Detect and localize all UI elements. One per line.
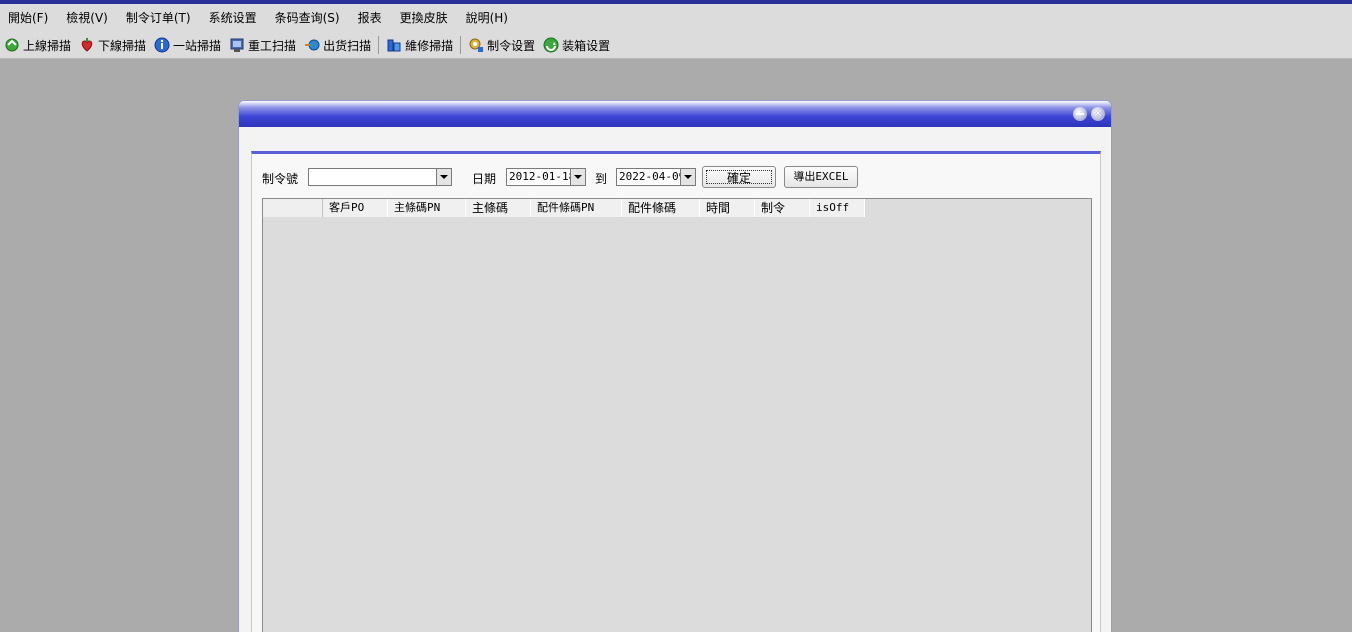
menu-barcode-query[interactable]: 条码查询(S): [267, 4, 350, 32]
chevron-down-icon[interactable]: [680, 169, 695, 185]
order-settings-label: 制令设置: [487, 38, 536, 53]
offline-scan-label: 下線掃描: [98, 38, 147, 53]
menu-system-settings[interactable]: 系统设置: [201, 4, 267, 32]
child-window-titlebar[interactable]: ✕: [239, 101, 1111, 127]
online-scan-icon: [4, 37, 20, 53]
rework-scan-icon: [229, 37, 245, 53]
close-icon[interactable]: ✕: [1091, 107, 1105, 121]
barcode-query-window: ✕ 制令號 日期 2012-01-18 到 2022-04-09 確定 導出EX…: [238, 100, 1112, 632]
menu-help[interactable]: 說明(H): [458, 4, 518, 32]
online-scan-button[interactable]: 上線掃描: [0, 33, 75, 57]
packing-settings-label: 装箱设置: [562, 38, 611, 53]
date-from-picker[interactable]: 2012-01-18: [506, 168, 586, 186]
column-header-main-barcode[interactable]: 主條碼: [466, 199, 531, 217]
one-station-scan-icon: [154, 37, 170, 53]
shipping-scan-button[interactable]: 出货扫描: [300, 33, 375, 57]
results-grid[interactable]: 客戶PO 主條碼PN 主條碼 配件條碼PN 配件條碼 時間 制令 isOff: [262, 198, 1092, 632]
shipping-scan-icon: [304, 37, 320, 53]
date-to-label: 到: [595, 172, 608, 186]
minimize-icon[interactable]: [1073, 107, 1087, 121]
order-settings-button[interactable]: 制令设置: [464, 33, 539, 57]
shipping-scan-label: 出货扫描: [323, 38, 372, 53]
order-number-label: 制令號: [262, 172, 299, 186]
repair-scan-icon: [386, 37, 402, 53]
grid-header: 客戶PO 主條碼PN 主條碼 配件條碼PN 配件條碼 時間 制令 isOff: [263, 199, 865, 217]
menu-change-skin[interactable]: 更換皮肤: [392, 4, 458, 32]
one-station-scan-label: 一站掃描: [173, 38, 222, 53]
column-header-time[interactable]: 時間: [700, 199, 755, 217]
column-header-accessory-barcode[interactable]: 配件條碼: [622, 199, 700, 217]
offline-scan-button[interactable]: 下線掃描: [75, 33, 150, 57]
rework-scan-label: 重工扫描: [248, 38, 297, 53]
toolbar-separator: [460, 36, 462, 54]
date-label: 日期: [472, 172, 497, 186]
chevron-down-icon[interactable]: [436, 169, 451, 185]
column-header-customer-po[interactable]: 客戶PO: [323, 199, 388, 217]
offline-scan-icon: [79, 37, 95, 53]
app-window: 開始(F) 檢視(V) 制令订单(T) 系统设置 条码查询(S) 报表 更換皮肤…: [0, 0, 1352, 632]
menu-view[interactable]: 檢視(V): [58, 4, 118, 32]
column-header-is-off[interactable]: isOff: [810, 199, 865, 217]
confirm-label: 確定: [706, 170, 772, 185]
column-header-accessory-barcode-pn[interactable]: 配件條碼PN: [531, 199, 622, 217]
confirm-button[interactable]: 確定: [702, 166, 776, 188]
menu-orders[interactable]: 制令订单(T): [118, 4, 201, 32]
menu-bar: 開始(F) 檢視(V) 制令订单(T) 系统设置 条码查询(S) 报表 更換皮肤…: [0, 4, 1352, 32]
packing-settings-button[interactable]: 装箱设置: [539, 33, 614, 57]
query-panel: 制令號 日期 2012-01-18 到 2022-04-09 確定 導出EXCE…: [251, 151, 1101, 632]
repair-scan-label: 維修掃描: [405, 38, 454, 53]
menu-reports[interactable]: 报表: [350, 4, 392, 32]
online-scan-label: 上線掃描: [23, 38, 72, 53]
order-settings-icon: [468, 37, 484, 53]
rework-scan-button[interactable]: 重工扫描: [225, 33, 300, 57]
menu-start[interactable]: 開始(F): [0, 4, 58, 32]
date-to-value: 2022-04-09: [619, 170, 686, 183]
order-number-combo[interactable]: [308, 168, 452, 186]
date-from-value: 2012-01-18: [509, 170, 576, 183]
toolbar: 上線掃描 下線掃描 一站掃描 重工扫描 出货扫描 維修掃描 制令设置 装箱设置: [0, 32, 1352, 59]
toolbar-separator: [378, 36, 380, 54]
chevron-down-icon[interactable]: [570, 169, 585, 185]
column-header-main-barcode-pn[interactable]: 主條碼PN: [388, 199, 466, 217]
column-header-order[interactable]: 制令: [755, 199, 810, 217]
row-header-corner[interactable]: [263, 199, 323, 217]
export-excel-button[interactable]: 導出EXCEL: [784, 166, 858, 188]
packing-settings-icon: [543, 37, 559, 53]
filter-row: 制令號 日期 2012-01-18 到 2022-04-09 確定 導出EXCE…: [262, 166, 1082, 188]
one-station-scan-button[interactable]: 一站掃描: [150, 33, 225, 57]
date-to-picker[interactable]: 2022-04-09: [616, 168, 696, 186]
repair-scan-button[interactable]: 維修掃描: [382, 33, 457, 57]
